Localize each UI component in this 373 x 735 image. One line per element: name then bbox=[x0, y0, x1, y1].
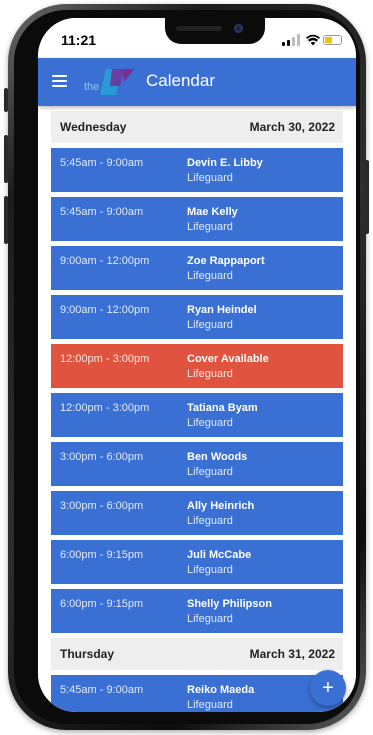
shift-card[interactable]: 9:00am - 12:00pm Zoe Rappaport Lifeguard bbox=[51, 246, 343, 290]
day-header: Thursday March 31, 2022 bbox=[51, 638, 343, 670]
shift-time: 12:00pm - 3:00pm bbox=[60, 402, 150, 414]
speaker-grille bbox=[176, 26, 222, 31]
shift-role: Lifeguard bbox=[187, 221, 233, 233]
front-camera bbox=[234, 24, 243, 33]
open-shift-card[interactable]: 12:00pm - 3:00pm Cover Available Lifegua… bbox=[51, 344, 343, 388]
add-shift-button[interactable]: + bbox=[310, 670, 346, 706]
status-time: 11:21 bbox=[61, 32, 97, 48]
app-bar: the Calendar bbox=[38, 58, 356, 106]
shift-employee: Zoe Rappaport bbox=[187, 255, 265, 267]
shift-card[interactable]: 6:00pm - 9:15pm Juli McCabe Lifeguard bbox=[51, 540, 343, 584]
shift-time: 5:45am - 9:00am bbox=[60, 157, 144, 169]
wifi-icon bbox=[306, 34, 320, 46]
shift-card[interactable]: 3:00pm - 6:00pm Ben Woods Lifeguard bbox=[51, 442, 343, 486]
shift-role: Lifeguard bbox=[187, 172, 233, 184]
day-date: March 31, 2022 bbox=[249, 647, 335, 661]
calendar-list[interactable]: Wednesday March 30, 2022 5:45am - 9:00am… bbox=[38, 106, 356, 712]
silent-switch bbox=[4, 88, 8, 112]
volume-down-button bbox=[4, 196, 8, 244]
shift-employee: Devin E. Libby bbox=[187, 157, 263, 169]
shift-role: Lifeguard bbox=[187, 417, 233, 429]
shift-employee: Cover Available bbox=[187, 353, 269, 365]
shift-employee: Shelly Philipson bbox=[187, 598, 272, 610]
day-name: Thursday bbox=[60, 647, 115, 661]
app-screen: 11:21 the Calendar Wednesday March 30, 2… bbox=[38, 18, 356, 712]
shift-role: Lifeguard bbox=[187, 466, 233, 478]
signal-icon bbox=[292, 37, 295, 46]
shift-employee: Mae Kelly bbox=[187, 206, 238, 218]
logo-text: the bbox=[84, 81, 99, 93]
signal-icon bbox=[282, 42, 285, 46]
page-title: Calendar bbox=[146, 71, 215, 90]
day-name: Wednesday bbox=[60, 120, 127, 134]
shift-card[interactable]: 5:45am - 9:00am Devin E. Libby Lifeguard bbox=[51, 148, 343, 192]
shift-role: Lifeguard bbox=[187, 613, 233, 625]
shift-role: Lifeguard bbox=[187, 319, 233, 331]
shift-time: 9:00am - 12:00pm bbox=[60, 255, 150, 267]
shift-card[interactable]: 5:45am - 9:00am Mae Kelly Lifeguard bbox=[51, 197, 343, 241]
menu-icon[interactable] bbox=[52, 75, 67, 87]
shift-role: Lifeguard bbox=[187, 368, 233, 380]
shift-time: 5:45am - 9:00am bbox=[60, 684, 144, 696]
shift-time: 5:45am - 9:00am bbox=[60, 206, 144, 218]
shift-list: Wednesday March 30, 2022 5:45am - 9:00am… bbox=[51, 111, 343, 712]
plus-icon: + bbox=[322, 677, 334, 699]
shift-time: 3:00pm - 6:00pm bbox=[60, 451, 144, 463]
shift-card[interactable]: 3:00pm - 6:00pm Ally Heinrich Lifeguard bbox=[51, 491, 343, 535]
shift-time: 9:00am - 12:00pm bbox=[60, 304, 150, 316]
shift-role: Lifeguard bbox=[187, 564, 233, 576]
shift-time: 3:00pm - 6:00pm bbox=[60, 500, 144, 512]
shift-time: 6:00pm - 9:15pm bbox=[60, 598, 144, 610]
shift-role: Lifeguard bbox=[187, 515, 233, 527]
shift-employee: Ben Woods bbox=[187, 451, 248, 463]
battery-icon bbox=[323, 35, 342, 45]
shift-time: 6:00pm - 9:15pm bbox=[60, 549, 144, 561]
shift-card[interactable]: 9:00am - 12:00pm Ryan Heindel Lifeguard bbox=[51, 295, 343, 339]
shift-card[interactable]: 6:00pm - 9:15pm Shelly Philipson Lifegua… bbox=[51, 589, 343, 633]
day-header: Wednesday March 30, 2022 bbox=[51, 111, 343, 143]
shift-employee: Tatiana Byam bbox=[187, 402, 258, 414]
shift-role: Lifeguard bbox=[187, 270, 233, 282]
shift-role: Lifeguard bbox=[187, 699, 233, 711]
shift-card[interactable]: 12:00pm - 3:00pm Tatiana Byam Lifeguard bbox=[51, 393, 343, 437]
shift-employee: Reiko Maeda bbox=[187, 684, 255, 696]
day-date: March 30, 2022 bbox=[249, 120, 335, 134]
signal-icon bbox=[287, 40, 290, 46]
shift-time: 12:00pm - 3:00pm bbox=[60, 353, 150, 365]
shift-employee: Juli McCabe bbox=[187, 549, 252, 561]
status-icons bbox=[282, 34, 342, 46]
ymca-logo: the bbox=[84, 69, 134, 95]
shift-employee: Ally Heinrich bbox=[187, 500, 255, 512]
power-button bbox=[365, 160, 369, 234]
volume-up-button bbox=[4, 135, 8, 183]
phone-notch bbox=[165, 18, 265, 44]
shift-employee: Ryan Heindel bbox=[187, 304, 257, 316]
shift-card[interactable]: 5:45am - 9:00am Reiko Maeda Lifeguard bbox=[51, 675, 343, 712]
signal-icon bbox=[297, 34, 300, 46]
